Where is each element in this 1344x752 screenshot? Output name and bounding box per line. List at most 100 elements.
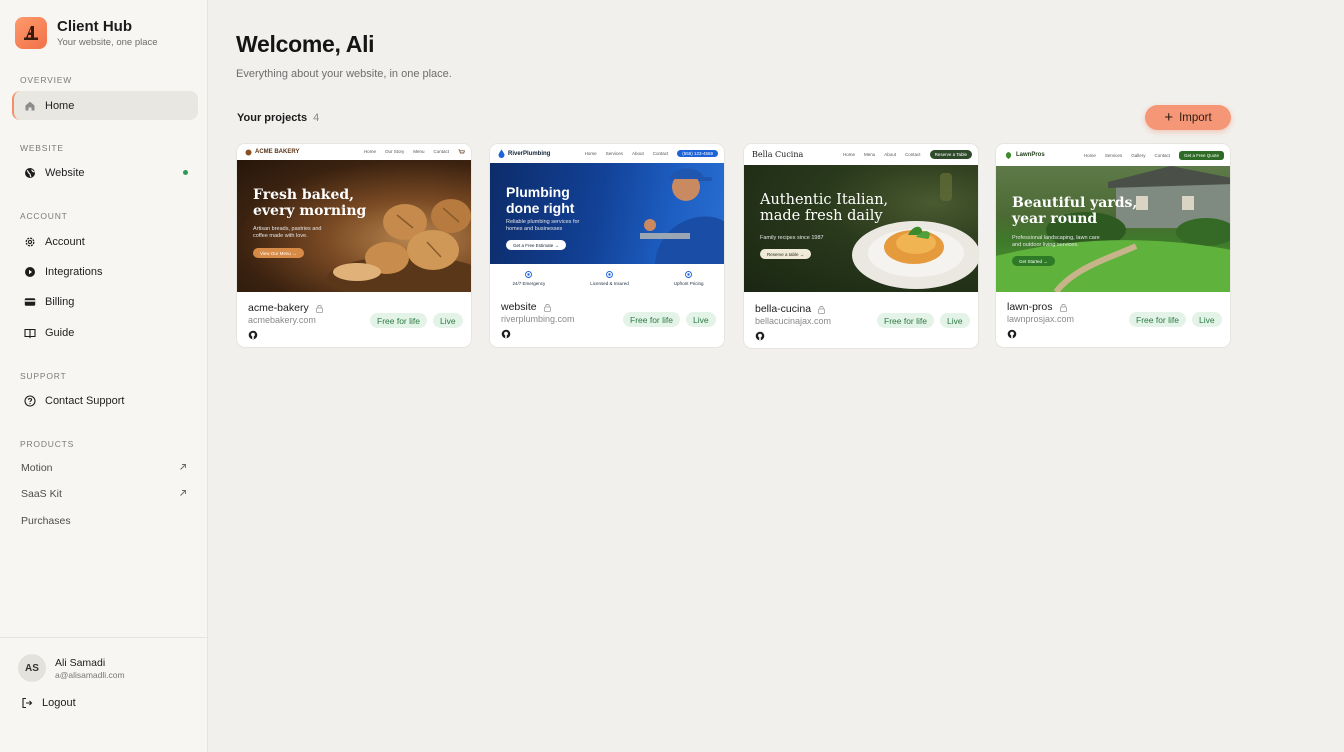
thumb-hero-title: Beautiful yards, year round [1012,195,1137,227]
project-name[interactable]: acme-bakery [248,302,324,314]
product-label: Purchases [21,515,71,527]
plan-badge: Free for life [877,313,934,328]
github-icon[interactable] [248,330,258,340]
project-thumbnail[interactable]: LawnPros Home Services Gallery Contact G… [996,144,1230,292]
thumb-cta: Reserve a table → [760,249,812,259]
project-domain[interactable]: acmebakery.com [248,315,316,325]
plan-badge: Free for life [370,313,427,328]
sidebar-item-label: Website [45,166,85,179]
thumb-link: Gallery [1131,152,1146,158]
thumb-link: Contact [652,151,669,156]
project-card-website[interactable]: RiverPlumbing Home Services About Contac… [489,143,725,348]
project-name[interactable]: website [501,301,552,313]
github-icon[interactable] [501,329,511,339]
thumb-hero-sub: Professional landscaping, lawn care and … [1012,235,1100,249]
thumb-sub-line: Professional landscaping, lawn care [1012,235,1100,241]
thumb-hero-title: Fresh baked, every morning [253,187,366,219]
plan-badge: Free for life [1129,312,1186,327]
lock-icon [543,303,552,312]
github-icon[interactable] [1007,329,1017,339]
project-domain[interactable]: riverplumbing.com [501,314,575,324]
thumb-hero: Plumbing done right Reliable plumbing se… [490,163,724,264]
sidebar-item-label: Billing [45,295,75,308]
sidebar-item-billing[interactable]: Billing [12,287,198,316]
logout-icon [21,697,33,709]
sidebar-product-saas-kit[interactable]: SaaS Kit [21,488,187,500]
import-button[interactable]: + Import [1145,105,1231,130]
thumb-link: Contact [433,148,449,154]
thumb-link: Menu [864,152,876,157]
sidebar-product-motion[interactable]: Motion [21,462,187,474]
project-name[interactable]: lawn-pros [1007,301,1068,313]
projects-label: Your projects [237,112,308,124]
thumb-link: Contact [1154,152,1170,158]
page-subtitle: Everything about your website, in one pl… [236,68,452,80]
project-domain[interactable]: bellacucinajax.com [755,316,831,326]
project-name-text: acme-bakery [248,302,309,314]
projects-heading: Your projects 4 [237,112,319,124]
water-drop-icon [498,149,505,158]
external-link-icon [179,488,187,500]
thumb-link: About [884,152,897,157]
plan-badge: Free for life [623,312,680,327]
thumb-link: Our Story [384,148,405,154]
plus-icon: + [1164,109,1174,126]
thumb-feature-label: Upfront Pricing [673,280,704,286]
thumb-link: Contact [905,152,921,157]
github-icon[interactable] [755,331,765,341]
project-card-bella-cucina[interactable]: Bella Cucina Home Menu About Contact Res… [743,143,979,349]
thumb-feature-label: 24/7 Emergency [512,280,546,286]
thumb-logo: LawnPros [1016,152,1045,158]
brand[interactable]: Client Hub Your website, one place [15,17,158,49]
project-name[interactable]: bella-cucina [755,303,826,315]
brand-title: Client Hub [57,17,132,35]
thumb-nav-cta: Reserve a Table [929,150,972,159]
credit-card-icon [23,295,37,309]
thumb-logo: Bella Cucina [752,150,804,159]
project-thumbnail[interactable]: ACME BAKERY Home Our Story Menu Contact … [237,144,471,292]
thumb-cta: Get a Free Estimate → [506,240,567,250]
thumb-title-line: year round [1012,211,1098,227]
thumb-link: Services [605,151,623,156]
thumb-cta: View Our Menu → [253,248,304,258]
thumb-logo-icon [245,149,252,156]
sidebar-item-contact-support[interactable]: Contact Support [12,386,198,415]
thumb-features: 24/7 Emergency Licensed & Insured Upfron… [490,264,724,292]
sidebar-item-integrations[interactable]: Integrations [12,257,198,286]
thumb-link: Home [843,152,856,157]
status-badge: Live [940,313,970,328]
gear-icon [23,235,37,249]
status-badge: Live [1192,312,1222,327]
avatar[interactable]: AS [18,654,46,682]
thumb-link: Home [363,148,376,154]
sidebar-item-account[interactable]: Account [12,227,198,256]
sidebar-item-label: Integrations [45,265,103,278]
project-domain[interactable]: lawnprosjax.com [1007,314,1074,324]
project-card-acme-bakery[interactable]: ACME BAKERY Home Our Story Menu Contact … [236,143,472,348]
sidebar-item-website[interactable]: Website [12,158,198,187]
thumb-title-line: Plumbing [506,184,570,200]
live-status-dot [183,170,188,175]
status-badge: Live [686,312,716,327]
thumb-title-line: every morning [253,203,367,219]
thumb-sub-line: homes and businesses [506,226,563,232]
project-thumbnail[interactable]: RiverPlumbing Home Services About Contac… [490,144,724,292]
integrations-icon [23,265,37,279]
sidebar-item-guide[interactable]: Guide [12,318,198,347]
thumb-nav-cta: Get a Free Quote [1178,150,1224,160]
thumb-link: Menu [413,148,425,154]
section-label-products: PRODUCTS [20,439,75,449]
sidebar-item-label: Guide [45,326,75,339]
leaf-icon [1004,151,1013,160]
project-thumbnail[interactable]: Bella Cucina Home Menu About Contact Res… [744,144,978,292]
thumb-phone: (555) 123-4569 [677,150,718,157]
project-card-lawn-pros[interactable]: LawnPros Home Services Gallery Contact G… [995,143,1231,348]
sidebar-product-purchases[interactable]: Purchases [21,515,187,527]
section-label-account: ACCOUNT [20,211,68,221]
sidebar: Client Hub Your website, one place OVERV… [0,0,208,752]
sidebar-item-label: Home [45,99,75,112]
logout-button[interactable]: Logout [21,697,76,709]
thumb-title-line: done right [506,200,575,216]
sidebar-item-home[interactable]: Home [12,91,198,120]
import-label: Import [1179,111,1212,124]
